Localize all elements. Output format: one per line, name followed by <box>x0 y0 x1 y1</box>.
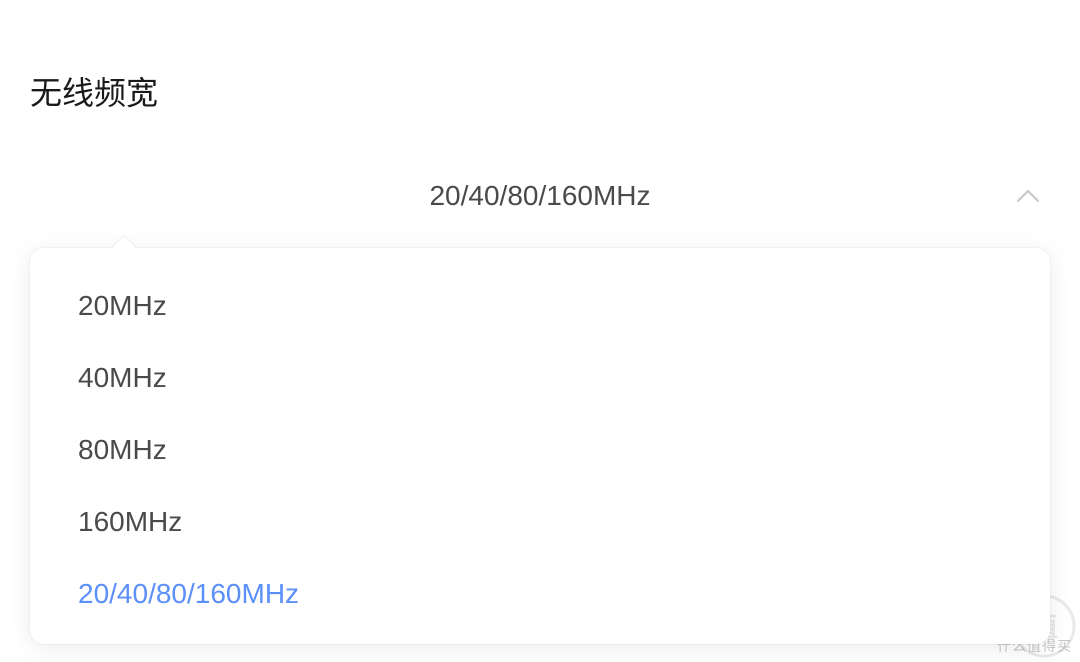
chevron-up-icon <box>1016 189 1040 203</box>
dropdown-pointer <box>110 236 138 250</box>
dropdown-container: 20MHz 40MHz 80MHz 160MHz 20/40/80/160MHz <box>30 248 1050 644</box>
page-title: 无线频宽 <box>30 68 1050 114</box>
option-160mhz[interactable]: 160MHz <box>30 486 1050 558</box>
option-auto[interactable]: 20/40/80/160MHz <box>30 558 1050 630</box>
select-current-value: 20/40/80/160MHz <box>429 180 650 212</box>
bandwidth-select[interactable]: 20/40/80/160MHz <box>30 174 1050 218</box>
option-20mhz[interactable]: 20MHz <box>30 270 1050 342</box>
bandwidth-dropdown: 20MHz 40MHz 80MHz 160MHz 20/40/80/160MHz <box>30 248 1050 644</box>
option-40mhz[interactable]: 40MHz <box>30 342 1050 414</box>
option-80mhz[interactable]: 80MHz <box>30 414 1050 486</box>
settings-panel: 无线频宽 20/40/80/160MHz 20MHz 40MHz 80MHz 1… <box>0 0 1080 644</box>
